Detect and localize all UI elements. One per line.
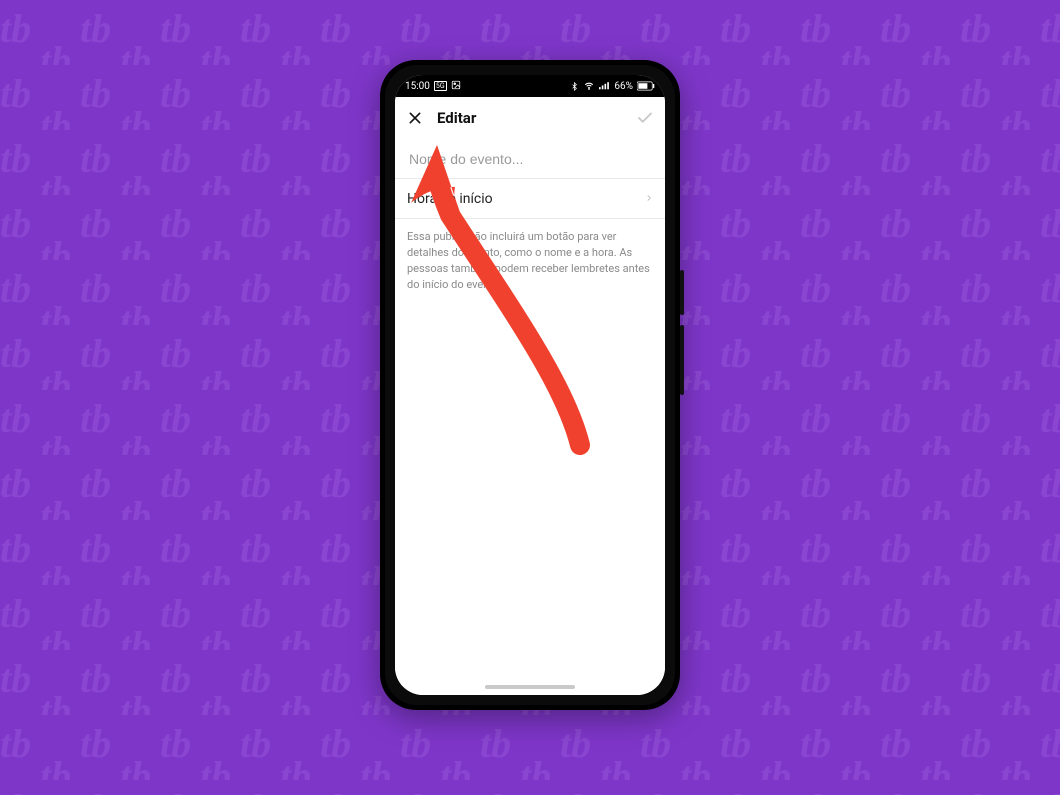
image-icon: [451, 80, 461, 93]
start-time-label: Hora de início: [407, 191, 493, 207]
phone-side-button: [680, 325, 684, 395]
wifi-icon: [583, 81, 595, 91]
home-indicator[interactable]: [485, 685, 575, 689]
app-content: Editar Hora de início: [395, 97, 665, 695]
phone-bezel: 15:00 5G: [385, 65, 675, 705]
phone-screen: 15:00 5G: [395, 75, 665, 695]
signal-icon: [599, 81, 610, 91]
network-5g-icon: 5G: [434, 81, 447, 91]
phone-side-button: [680, 270, 684, 315]
chevron-right-icon: [645, 189, 653, 208]
battery-percent: 66%: [614, 81, 633, 92]
event-name-row: [395, 139, 665, 179]
status-time: 15:00: [405, 81, 430, 92]
header-title: Editar: [437, 109, 476, 127]
close-button[interactable]: [403, 106, 427, 130]
confirm-button[interactable]: [633, 106, 657, 130]
bluetooth-icon: [570, 81, 579, 92]
battery-icon: [637, 81, 655, 91]
phone-frame: 15:00 5G: [380, 60, 680, 710]
close-icon: [407, 110, 423, 126]
status-bar: 15:00 5G: [395, 75, 665, 97]
start-time-row[interactable]: Hora de início: [395, 179, 665, 219]
info-text: Essa publicação incluirá um botão para v…: [395, 219, 665, 303]
app-header: Editar: [395, 97, 665, 139]
checkmark-icon: [636, 109, 654, 127]
event-name-input[interactable]: [407, 150, 657, 168]
